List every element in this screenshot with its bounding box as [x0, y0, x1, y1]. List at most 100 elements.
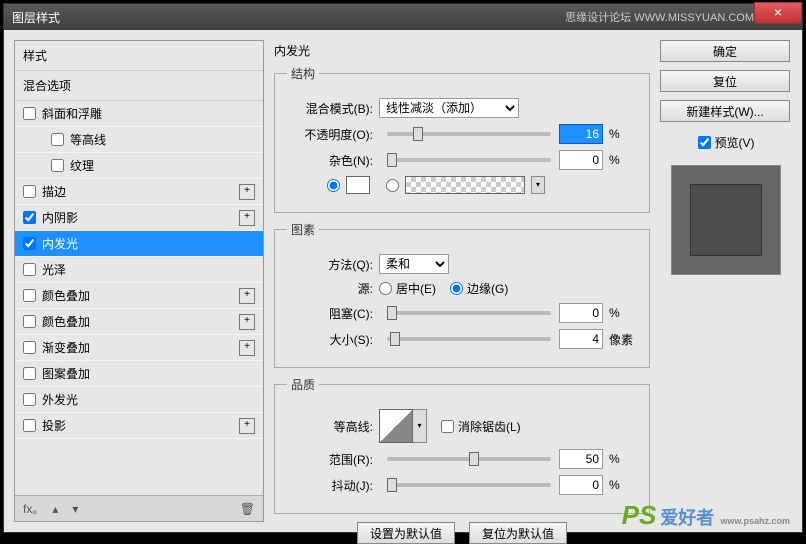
style-item-satin[interactable]: 光泽	[15, 257, 263, 283]
add-stroke-button[interactable]: +	[239, 184, 255, 200]
outer-glow-checkbox[interactable]	[23, 393, 36, 406]
style-item-color-overlay-2[interactable]: 颜色叠加+	[15, 309, 263, 335]
style-item-color-overlay-1[interactable]: 颜色叠加+	[15, 283, 263, 309]
ok-button[interactable]: 确定	[660, 40, 790, 62]
source-edge-radio[interactable]	[450, 282, 463, 295]
texture-checkbox[interactable]	[51, 159, 64, 172]
size-unit: 像素	[609, 331, 637, 348]
choke-input[interactable]	[559, 303, 603, 323]
source-label: 源:	[287, 280, 379, 297]
technique-select[interactable]: 柔和	[379, 254, 449, 274]
choke-unit: %	[609, 306, 637, 320]
layer-style-dialog: 图层样式 思缘设计论坛 WWW.MISSYUAN.COM × 样式 混合选项 斜…	[3, 3, 803, 533]
add-color-overlay-1-button[interactable]: +	[239, 288, 255, 304]
size-label: 大小(S):	[287, 331, 379, 348]
preview-box	[671, 165, 781, 275]
settings-panel: 内发光 结构 混合模式(B): 线性减淡（添加） 不透明度(O): % 杂色(N…	[274, 40, 650, 522]
style-item-bevel[interactable]: 斜面和浮雕	[15, 101, 263, 127]
source-center-radio[interactable]	[379, 282, 392, 295]
styles-footer: fx｡ ▴ ▾ 🗑	[15, 495, 263, 521]
styles-panel: 样式 混合选项 斜面和浮雕 等高线 纹理 描边+ 内阴影+ 内发光 光泽 颜色叠…	[14, 40, 264, 522]
contour-checkbox[interactable]	[51, 133, 64, 146]
add-inner-shadow-button[interactable]: +	[239, 210, 255, 226]
choke-slider[interactable]	[387, 311, 551, 315]
choke-label: 阻塞(C):	[287, 305, 379, 322]
contour-dropdown-icon[interactable]: ▾	[413, 409, 427, 443]
close-button[interactable]: ×	[754, 2, 802, 24]
elements-legend: 图素	[287, 221, 319, 238]
gradient-dropdown-icon[interactable]: ▾	[531, 176, 545, 194]
elements-group: 图素 方法(Q): 柔和 源: 居中(E) 边缘(G) 阻塞(C): %	[274, 221, 650, 368]
style-item-outer-glow[interactable]: 外发光	[15, 387, 263, 413]
drop-shadow-checkbox[interactable]	[23, 419, 36, 432]
panel-title: 内发光	[274, 40, 650, 65]
new-style-button[interactable]: 新建样式(W)...	[660, 100, 790, 122]
style-item-gradient-overlay[interactable]: 渐变叠加+	[15, 335, 263, 361]
styles-header[interactable]: 样式	[15, 41, 263, 71]
blend-options-header[interactable]: 混合选项	[15, 71, 263, 101]
window-title: 图层样式	[12, 9, 565, 26]
range-unit: %	[609, 452, 637, 466]
dialog-content: 样式 混合选项 斜面和浮雕 等高线 纹理 描边+ 内阴影+ 内发光 光泽 颜色叠…	[4, 30, 802, 532]
stroke-checkbox[interactable]	[23, 185, 36, 198]
reset-default-button[interactable]: 复位为默认值	[469, 522, 567, 544]
gradient-radio[interactable]	[386, 179, 399, 192]
noise-label: 杂色(N):	[287, 152, 379, 169]
antialias-checkbox[interactable]	[441, 420, 454, 433]
range-label: 范围(R):	[287, 451, 379, 468]
style-item-drop-shadow[interactable]: 投影+	[15, 413, 263, 439]
move-up-icon[interactable]: ▴	[52, 502, 58, 516]
preview-checkbox[interactable]	[698, 136, 711, 149]
opacity-unit: %	[609, 127, 637, 141]
gradient-overlay-checkbox[interactable]	[23, 341, 36, 354]
set-default-button[interactable]: 设置为默认值	[357, 522, 455, 544]
style-item-inner-glow[interactable]: 内发光	[15, 231, 263, 257]
quality-group: 品质 等高线: ▾ 消除锯齿(L) 范围(R): % 抖动(J):	[274, 376, 650, 514]
inner-shadow-checkbox[interactable]	[23, 211, 36, 224]
trash-icon[interactable]: 🗑	[240, 502, 255, 516]
bevel-checkbox[interactable]	[23, 107, 36, 120]
style-item-inner-shadow[interactable]: 内阴影+	[15, 205, 263, 231]
structure-group: 结构 混合模式(B): 线性减淡（添加） 不透明度(O): % 杂色(N): %	[274, 65, 650, 213]
reset-button[interactable]: 复位	[660, 70, 790, 92]
add-color-overlay-2-button[interactable]: +	[239, 314, 255, 330]
add-drop-shadow-button[interactable]: +	[239, 418, 255, 434]
action-panel: 确定 复位 新建样式(W)... 预览(V)	[660, 40, 792, 522]
watermark-cn: 爱好者	[660, 504, 714, 530]
contour-label: 等高线:	[287, 418, 379, 435]
titlebar[interactable]: 图层样式 思缘设计论坛 WWW.MISSYUAN.COM ×	[4, 4, 802, 30]
inner-glow-checkbox[interactable]	[23, 237, 36, 250]
preview-swatch	[690, 184, 762, 256]
opacity-input[interactable]	[559, 124, 603, 144]
color-overlay-2-checkbox[interactable]	[23, 315, 36, 328]
forum-watermark: 思缘设计论坛 WWW.MISSYUAN.COM	[565, 9, 754, 25]
satin-checkbox[interactable]	[23, 263, 36, 276]
style-item-texture[interactable]: 纹理	[15, 153, 263, 179]
gradient-swatch[interactable]	[405, 176, 525, 194]
quality-legend: 品质	[287, 376, 319, 393]
jitter-input[interactable]	[559, 475, 603, 495]
watermark-url: www.psahz.com	[720, 516, 790, 526]
move-down-icon[interactable]: ▾	[72, 502, 78, 516]
color-overlay-1-checkbox[interactable]	[23, 289, 36, 302]
color-swatch[interactable]	[346, 176, 370, 194]
noise-input[interactable]	[559, 150, 603, 170]
style-item-contour[interactable]: 等高线	[15, 127, 263, 153]
blend-mode-select[interactable]: 线性减淡（添加）	[379, 98, 519, 118]
color-radio[interactable]	[327, 179, 340, 192]
noise-slider[interactable]	[387, 158, 551, 162]
range-input[interactable]	[559, 449, 603, 469]
watermark-ps: PS	[622, 500, 657, 531]
pattern-overlay-checkbox[interactable]	[23, 367, 36, 380]
range-slider[interactable]	[387, 457, 551, 461]
size-input[interactable]	[559, 329, 603, 349]
opacity-slider[interactable]	[387, 132, 551, 136]
size-slider[interactable]	[387, 337, 551, 341]
style-item-pattern-overlay[interactable]: 图案叠加	[15, 361, 263, 387]
source-center-label: 居中(E)	[396, 280, 436, 297]
jitter-slider[interactable]	[387, 483, 551, 487]
style-item-stroke[interactable]: 描边+	[15, 179, 263, 205]
contour-picker[interactable]	[379, 409, 413, 443]
fx-menu-icon[interactable]: fx｡	[23, 500, 38, 517]
add-gradient-overlay-button[interactable]: +	[239, 340, 255, 356]
